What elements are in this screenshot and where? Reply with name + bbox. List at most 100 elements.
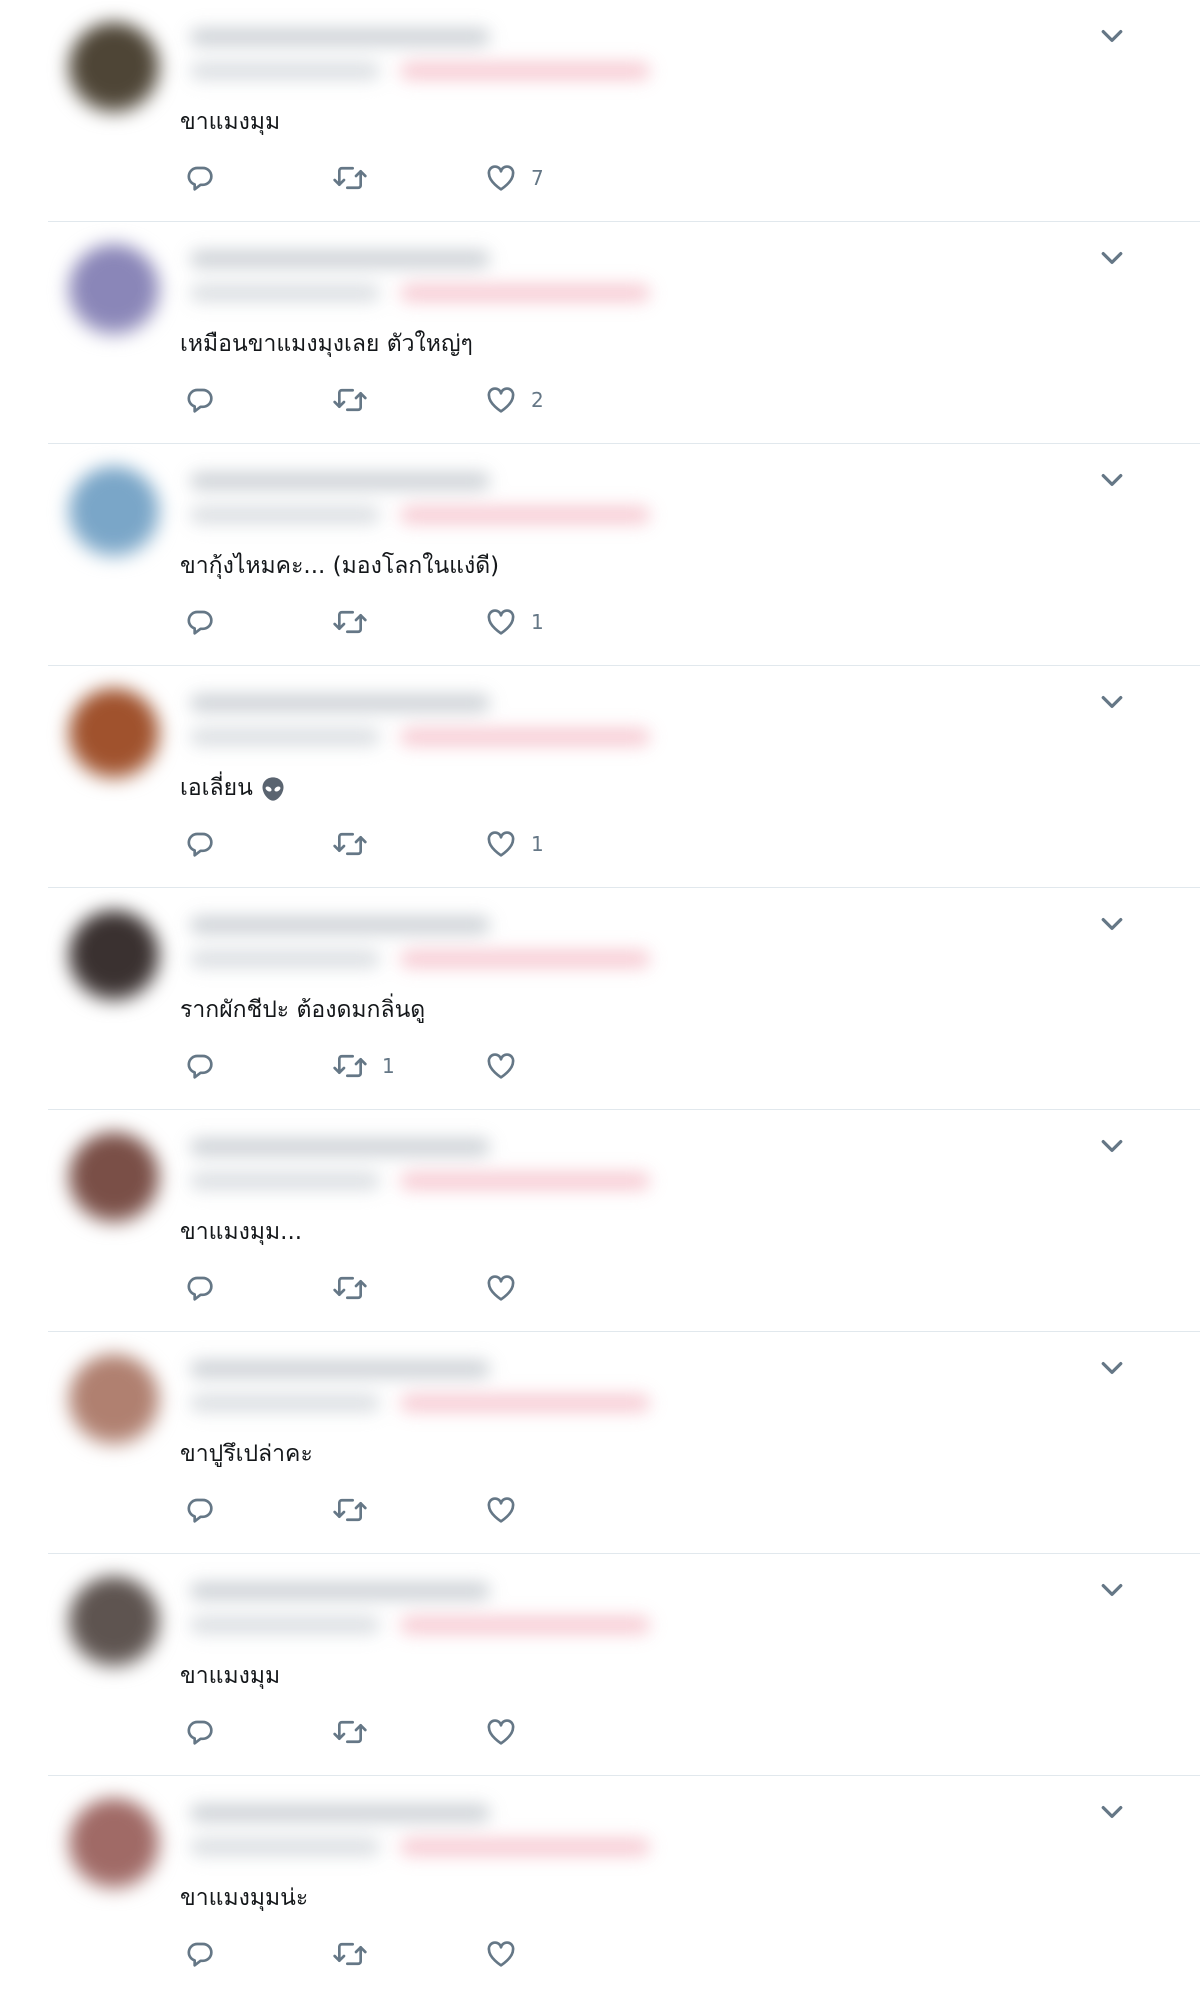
more-options-button[interactable] [1092, 908, 1132, 940]
tweet-actions: 1 [180, 602, 780, 642]
avatar[interactable] [68, 1132, 160, 1224]
reply-icon [184, 162, 216, 194]
reply-icon [184, 384, 216, 416]
reply-tweet[interactable]: เหมือนขาแมงมุงเลย ตัวใหญ่ๆ 2 [0, 222, 1200, 444]
chevron-down-icon [1101, 1362, 1123, 1374]
reply-button[interactable] [184, 380, 230, 420]
more-options-button[interactable] [1092, 242, 1132, 274]
reply-button[interactable] [184, 1268, 230, 1308]
tweet-actions [180, 1490, 780, 1530]
reply-button[interactable] [184, 1046, 230, 1086]
chevron-down-icon [1101, 696, 1123, 708]
reply-text: เหมือนขาแมงมุงเลย ตัวใหญ่ๆ [180, 331, 473, 357]
tweet-actions [180, 1712, 780, 1752]
reply-button[interactable] [184, 1490, 230, 1530]
reply-text: ขาแมงมุม... [180, 1219, 303, 1245]
reply-button[interactable] [184, 1712, 230, 1752]
like-count: 1 [531, 610, 544, 634]
more-options-button[interactable] [1092, 1796, 1132, 1828]
retweet-count: 1 [382, 1054, 395, 1078]
retweet-button[interactable] [332, 1490, 382, 1530]
retweet-button[interactable] [332, 380, 382, 420]
retweet-button[interactable]: 1 [332, 1046, 395, 1086]
reply-icon [184, 1716, 216, 1748]
more-options-button[interactable] [1092, 1574, 1132, 1606]
reply-text: ขาแมงมุม [180, 109, 281, 135]
more-options-button[interactable] [1092, 1130, 1132, 1162]
reply-icon [184, 1494, 216, 1526]
like-button[interactable] [485, 1712, 531, 1752]
reply-button[interactable] [184, 602, 230, 642]
reply-icon [184, 606, 216, 638]
reply-text: ขาแมงมุม [180, 1663, 281, 1689]
retweet-icon [332, 828, 368, 860]
heart-icon [485, 606, 517, 638]
retweet-button[interactable] [332, 1268, 382, 1308]
like-count: 1 [531, 832, 544, 856]
retweet-icon [332, 1272, 368, 1304]
tweet-actions: 2 [180, 380, 780, 420]
retweet-icon [332, 1716, 368, 1748]
avatar[interactable] [68, 466, 160, 558]
heart-icon [485, 1050, 517, 1082]
like-button[interactable]: 7 [485, 158, 544, 198]
reply-icon [184, 828, 216, 860]
avatar[interactable] [68, 910, 160, 1002]
retweet-button[interactable] [332, 1934, 382, 1974]
reply-tweet[interactable]: ขาแมงมุมน่ะ [0, 1776, 1200, 1998]
tweet-actions [180, 1934, 780, 1974]
tweet-actions [180, 1268, 780, 1308]
avatar[interactable] [68, 1798, 160, 1890]
retweet-button[interactable] [332, 1712, 382, 1752]
reply-icon [184, 1938, 216, 1970]
heart-icon [485, 1938, 517, 1970]
like-button[interactable]: 1 [485, 602, 544, 642]
retweet-icon [332, 384, 368, 416]
reply-tweet[interactable]: เอเลี่ยน 1 [0, 666, 1200, 888]
reply-tweet[interactable]: ขากุ้งไหมคะ... (มองโลกในแง่ดี) 1 [0, 444, 1200, 666]
reply-tweet[interactable]: ขาแมงมุม 7 [0, 0, 1200, 222]
retweet-icon [332, 1494, 368, 1526]
like-button[interactable] [485, 1046, 531, 1086]
chevron-down-icon [1101, 474, 1123, 486]
avatar[interactable] [68, 244, 160, 336]
heart-icon [485, 1494, 517, 1526]
reply-text: รากผักชีปะ ต้องดมกลิ่นดู [180, 997, 426, 1023]
reply-text: ขาแมงมุมน่ะ [180, 1885, 309, 1911]
retweet-button[interactable] [332, 158, 382, 198]
reply-icon [184, 1050, 216, 1082]
reply-button[interactable] [184, 824, 230, 864]
like-button[interactable] [485, 1934, 531, 1974]
alien-emoji [262, 776, 284, 801]
heart-icon [485, 828, 517, 860]
more-options-button[interactable] [1092, 1352, 1132, 1384]
avatar[interactable] [68, 1354, 160, 1446]
reply-text: ขากุ้งไหมคะ... (มองโลกในแง่ดี) [180, 553, 500, 579]
more-options-button[interactable] [1092, 464, 1132, 496]
reply-tweet[interactable]: รากผักชีปะ ต้องดมกลิ่นดู 1 [0, 888, 1200, 1110]
like-button[interactable]: 1 [485, 824, 544, 864]
reply-button[interactable] [184, 158, 230, 198]
avatar[interactable] [68, 22, 160, 114]
reply-button[interactable] [184, 1934, 230, 1974]
reply-tweet[interactable]: ขาปูรึเปล่าคะ [0, 1332, 1200, 1554]
retweet-icon [332, 1938, 368, 1970]
chevron-down-icon [1101, 1584, 1123, 1596]
chevron-down-icon [1101, 1806, 1123, 1818]
more-options-button[interactable] [1092, 686, 1132, 718]
retweet-button[interactable] [332, 824, 382, 864]
reply-tweet[interactable]: ขาแมงมุม... [0, 1110, 1200, 1332]
like-button[interactable]: 2 [485, 380, 544, 420]
tweet-actions: 1 [180, 824, 780, 864]
avatar[interactable] [68, 688, 160, 780]
avatar[interactable] [68, 1576, 160, 1668]
tweet-actions: 1 [180, 1046, 780, 1086]
like-button[interactable] [485, 1490, 531, 1530]
heart-icon [485, 384, 517, 416]
more-options-button[interactable] [1092, 20, 1132, 52]
retweet-button[interactable] [332, 602, 382, 642]
like-count: 7 [531, 166, 544, 190]
chevron-down-icon [1101, 30, 1123, 42]
reply-tweet[interactable]: ขาแมงมุม [0, 1554, 1200, 1776]
like-button[interactable] [485, 1268, 531, 1308]
